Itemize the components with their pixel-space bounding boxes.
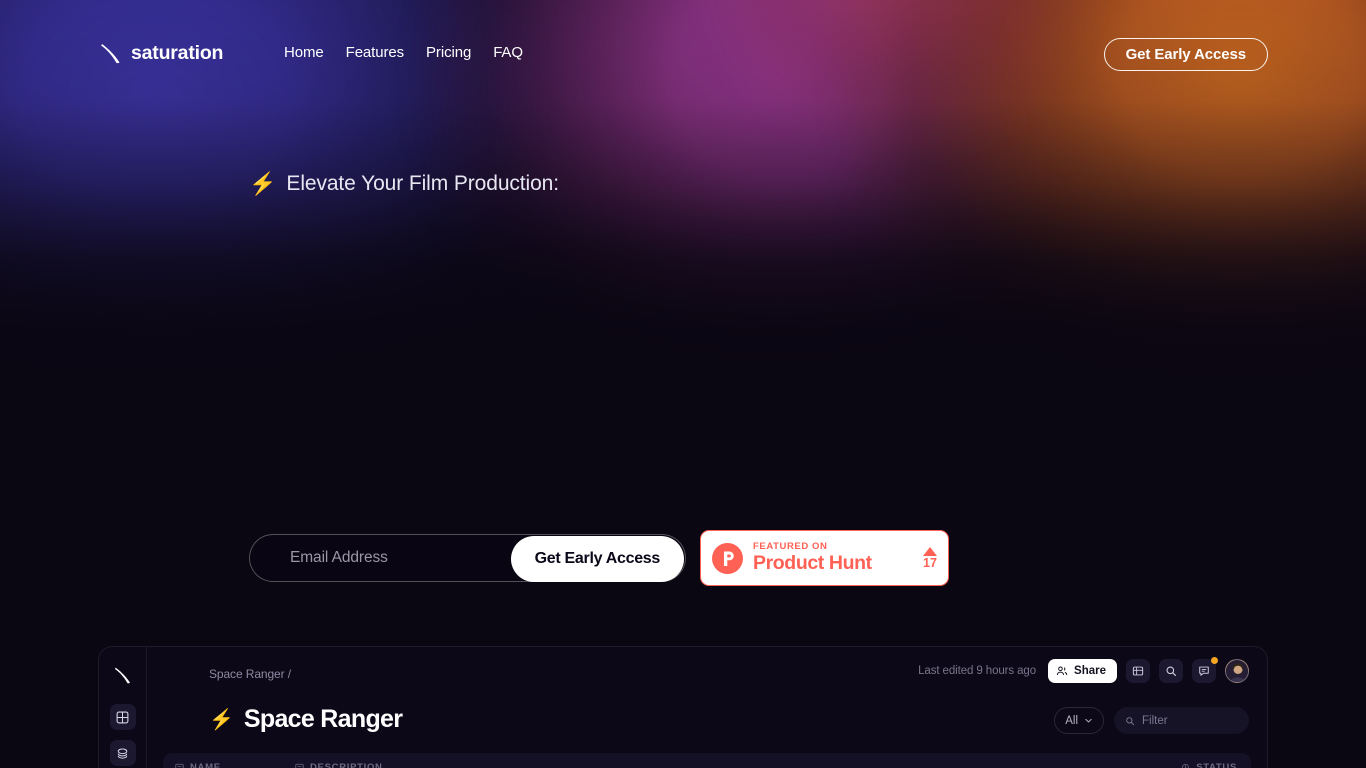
table-column-status[interactable]: STATUS xyxy=(1181,762,1237,768)
site-header: saturation Home Features Pricing FAQ Get… xyxy=(0,0,1366,110)
app-lightning-bolt-icon: ⚡ xyxy=(209,708,234,731)
app-main: Space Ranger / ⚡ Space Ranger Last edite… xyxy=(147,647,1267,768)
filter-row: All Filter xyxy=(1054,707,1249,734)
layers-stack-icon xyxy=(117,747,128,759)
scope-dropdown[interactable]: All xyxy=(1054,707,1104,734)
product-hunt-p-glyph xyxy=(724,551,734,566)
comment-icon xyxy=(1199,666,1209,676)
app-page-title: ⚡ Space Ranger xyxy=(209,705,403,734)
brand-logo[interactable]: saturation xyxy=(100,41,223,65)
table-column-name-label: NAME xyxy=(190,762,221,768)
signup-row: Get Early Access FEATURED ON Product Hun… xyxy=(249,530,949,586)
sidebar-item-grid-view[interactable] xyxy=(109,704,136,730)
product-hunt-badge[interactable]: FEATURED ON Product Hunt 17 xyxy=(700,530,949,586)
hero-headline: ⚡ Elevate Your Film Production: xyxy=(249,172,559,196)
filter-placeholder: Filter xyxy=(1142,714,1168,727)
nav-item-features[interactable]: Features xyxy=(346,44,426,61)
filter-search-icon xyxy=(1126,716,1135,725)
nav-item-faq[interactable]: FAQ xyxy=(493,44,523,61)
brand-name: saturation xyxy=(131,41,224,64)
app-sidebar xyxy=(99,647,147,768)
product-hunt-upvote[interactable]: 17 xyxy=(923,546,937,570)
app-toolbar: Last edited 9 hours ago Share xyxy=(918,657,1249,683)
table-column-description[interactable]: DESCRIPTION xyxy=(295,762,505,768)
text-column-icon xyxy=(175,763,184,768)
share-button-label: Share xyxy=(1074,665,1106,677)
app-page-title-text: Space Ranger xyxy=(243,705,403,733)
nav-item-pricing[interactable]: Pricing xyxy=(426,44,493,61)
user-avatar[interactable] xyxy=(1225,659,1249,683)
avatar-photo xyxy=(1226,660,1248,682)
table-layout-button[interactable] xyxy=(1126,659,1150,683)
saturation-swoosh-logo-icon xyxy=(101,44,120,64)
grid-view-icon xyxy=(116,711,129,723)
sidebar-item-layers[interactable] xyxy=(109,740,136,766)
app-saturation-logo-icon[interactable] xyxy=(114,665,132,685)
page-root: saturation Home Features Pricing FAQ Get… xyxy=(0,0,1366,768)
lightning-bolt-icon: ⚡ xyxy=(249,171,277,196)
last-edited-label: Last edited 9 hours ago xyxy=(918,665,1037,677)
product-hunt-text: FEATURED ON Product Hunt xyxy=(753,541,919,575)
email-form: Get Early Access xyxy=(249,534,686,582)
chevron-down-icon xyxy=(1085,718,1092,723)
comments-button[interactable] xyxy=(1192,657,1218,683)
notification-dot xyxy=(1211,657,1218,664)
upvote-triangle-icon xyxy=(923,546,937,556)
people-icon xyxy=(1056,666,1068,675)
table-column-name[interactable]: NAME xyxy=(175,762,295,768)
product-hunt-logo-icon xyxy=(712,542,743,574)
breadcrumb[interactable]: Space Ranger / xyxy=(209,667,291,681)
search-button[interactable] xyxy=(1159,659,1183,683)
scope-dropdown-label: All xyxy=(1065,714,1078,727)
header-get-early-access-button[interactable]: Get Early Access xyxy=(1103,38,1268,71)
product-hunt-upvote-count: 17 xyxy=(923,555,937,570)
product-hunt-featured-label: FEATURED ON xyxy=(753,541,828,553)
text-column-icon xyxy=(295,763,304,768)
table-column-description-label: DESCRIPTION xyxy=(310,762,383,768)
search-icon xyxy=(1166,666,1177,677)
product-hunt-name: Product Hunt xyxy=(753,552,872,575)
hero-headline-text: Elevate Your Film Production: xyxy=(286,172,559,195)
main-nav: Home Features Pricing FAQ xyxy=(284,44,523,61)
hero-get-early-access-button[interactable]: Get Early Access xyxy=(510,536,684,582)
filter-search-input[interactable]: Filter xyxy=(1114,707,1249,734)
app-preview-window: Space Ranger / ⚡ Space Ranger Last edite… xyxy=(98,646,1268,768)
share-button[interactable]: Share xyxy=(1048,659,1117,683)
table-layout-icon xyxy=(1132,666,1144,676)
nav-item-home[interactable]: Home xyxy=(284,44,346,61)
status-column-icon xyxy=(1182,763,1190,768)
table-header-row: NAME DESCRIPTION STATUS xyxy=(163,753,1251,768)
table-column-status-label: STATUS xyxy=(1196,762,1237,768)
